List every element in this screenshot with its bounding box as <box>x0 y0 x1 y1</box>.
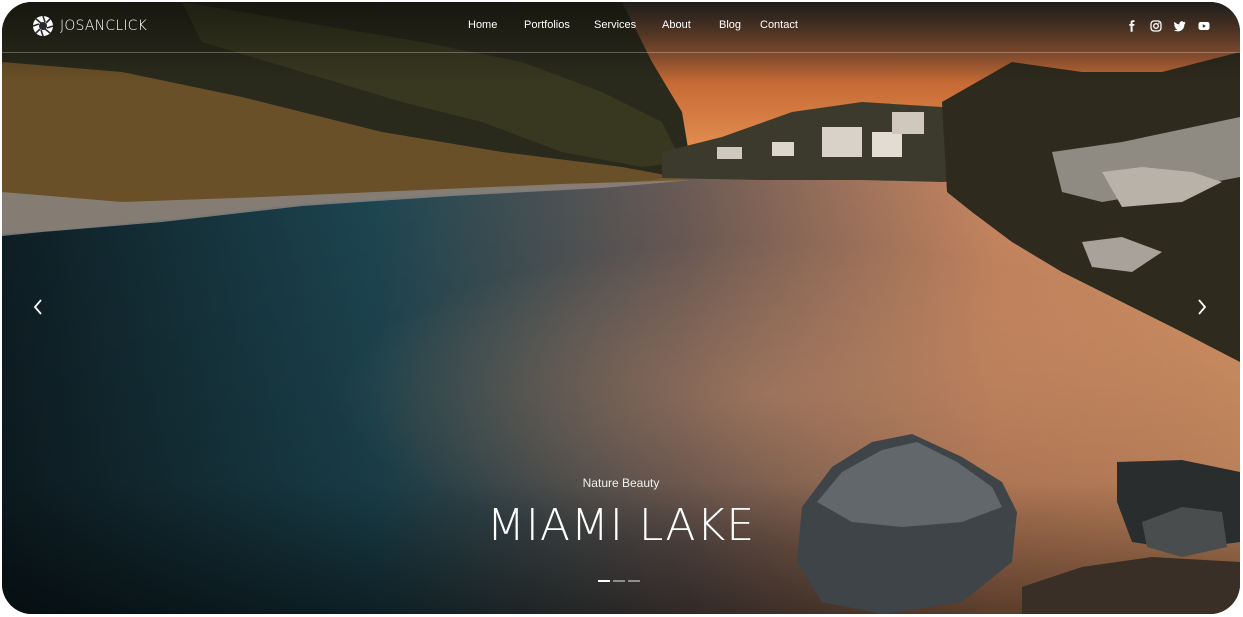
social-links <box>1126 19 1210 32</box>
instagram-icon[interactable] <box>1150 19 1162 32</box>
chevron-left-icon[interactable] <box>30 298 46 316</box>
slide-indicator-2[interactable] <box>613 580 625 582</box>
slider-pagination <box>598 580 640 582</box>
brand-name: JOSANCLICK <box>60 18 148 34</box>
nav-item-about[interactable]: About <box>662 19 691 31</box>
twitter-icon[interactable] <box>1173 19 1186 32</box>
nav-item-contact[interactable]: Contact <box>760 19 798 31</box>
nav-item-blog[interactable]: Blog <box>719 19 741 31</box>
top-navbar: JOSANCLICK Home Portfolios Services Abou… <box>2 2 1240 53</box>
slide-indicator-1[interactable] <box>598 580 610 582</box>
slide-indicator-3[interactable] <box>628 580 640 582</box>
slide-subtitle: Nature Beauty <box>582 476 660 490</box>
nav-item-home[interactable]: Home <box>468 19 497 31</box>
facebook-icon[interactable] <box>1126 19 1138 32</box>
chevron-right-icon[interactable] <box>1194 298 1210 316</box>
nav-item-portfolios[interactable]: Portfolios <box>524 19 570 31</box>
hero-frame: JOSANCLICK Home Portfolios Services Abou… <box>2 2 1240 614</box>
nav-item-services[interactable]: Services <box>594 19 636 31</box>
slide-title: MIAMI LAKE <box>486 500 756 551</box>
brand-logo[interactable]: JOSANCLICK <box>32 15 147 37</box>
aperture-icon <box>32 15 54 37</box>
youtube-icon[interactable] <box>1198 19 1210 31</box>
